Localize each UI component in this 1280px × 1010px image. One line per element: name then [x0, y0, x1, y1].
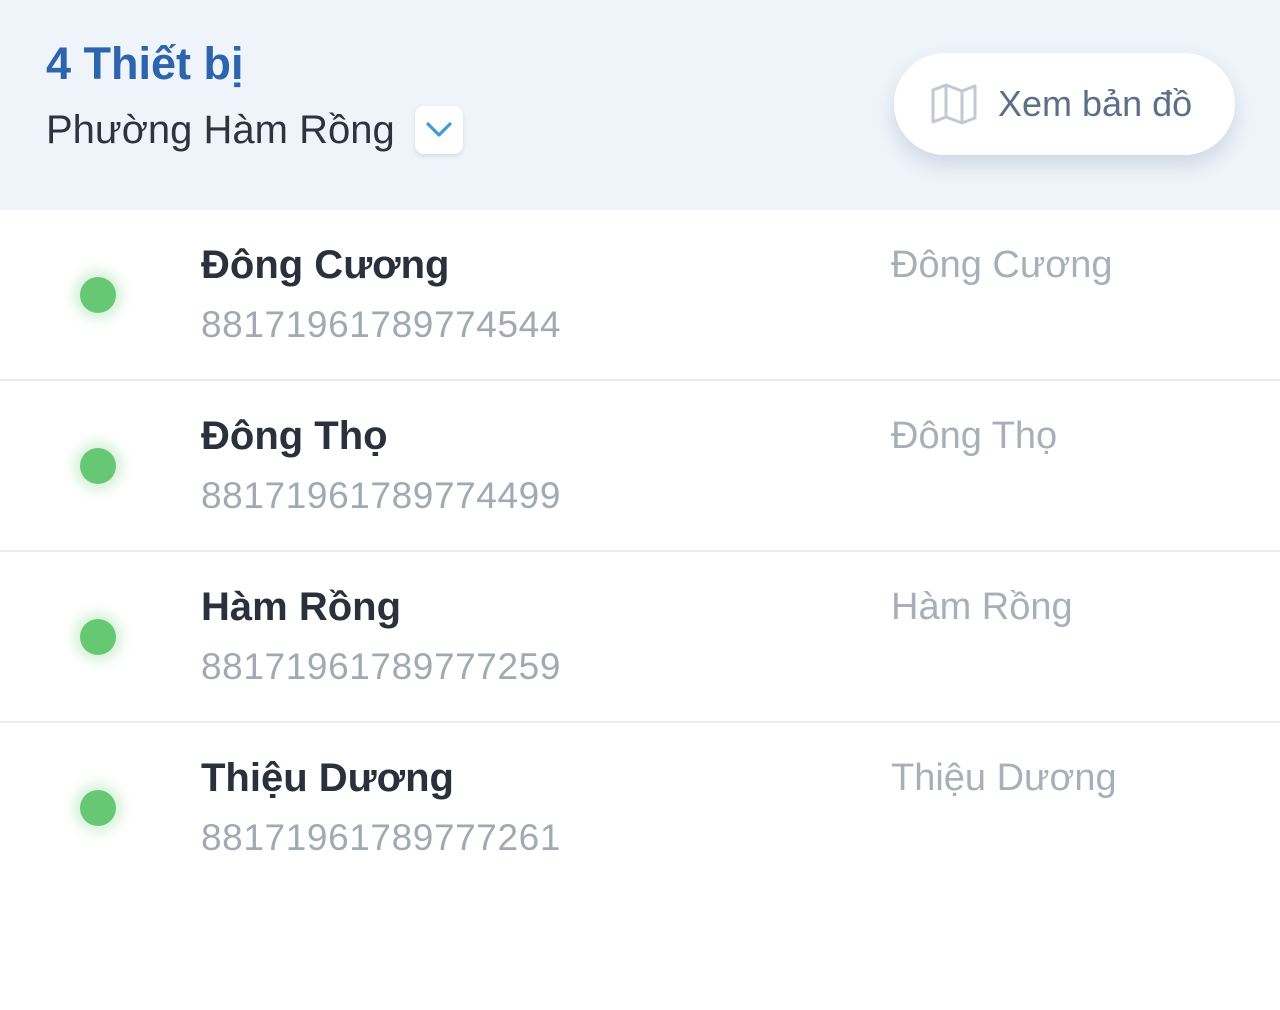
device-row[interactable]: Hàm Rồng 88171961789777259 Hàm Rồng — [0, 552, 1280, 723]
device-name: Thiệu Dương — [201, 756, 454, 800]
device-location: Hàm Rồng — [891, 586, 1073, 628]
chevron-down-icon — [426, 122, 452, 137]
device-id: 88171961789777259 — [201, 646, 562, 687]
map-icon — [931, 83, 977, 125]
header: 4 Thiết bị Phường Hàm Rồng Xem bản đồ — [0, 0, 1280, 210]
status-online-indicator — [80, 790, 116, 826]
view-map-button[interactable]: Xem bản đồ — [894, 53, 1235, 155]
status-online-indicator — [80, 277, 116, 313]
device-row[interactable]: Thiệu Dương 88171961789777261 Thiệu Dươn… — [0, 723, 1280, 894]
device-count-title: 4 Thiết bị — [46, 38, 244, 89]
device-location: Thiệu Dương — [891, 757, 1117, 799]
device-id: 88171961789777261 — [201, 817, 562, 858]
status-online-indicator — [80, 619, 116, 655]
device-location: Đông Thọ — [891, 415, 1058, 457]
status-online-indicator — [80, 448, 116, 484]
view-map-label: Xem bản đồ — [998, 83, 1193, 124]
device-name: Đông Thọ — [201, 414, 388, 458]
device-row[interactable]: Đông Thọ 88171961789774499 Đông Thọ — [0, 381, 1280, 552]
device-list: Đông Cương 88171961789774544 Đông Cương … — [0, 210, 1280, 894]
device-name: Đông Cương — [201, 243, 450, 287]
device-id: 88171961789774544 — [201, 304, 562, 345]
device-id: 88171961789774499 — [201, 475, 562, 516]
ward-selector[interactable]: Phường Hàm Rồng — [46, 102, 463, 158]
device-name: Hàm Rồng — [201, 585, 401, 629]
ward-dropdown-button[interactable] — [414, 106, 463, 154]
ward-name: Phường Hàm Rồng — [46, 108, 395, 152]
device-row[interactable]: Đông Cương 88171961789774544 Đông Cương — [0, 210, 1280, 381]
device-location: Đông Cương — [891, 244, 1113, 286]
